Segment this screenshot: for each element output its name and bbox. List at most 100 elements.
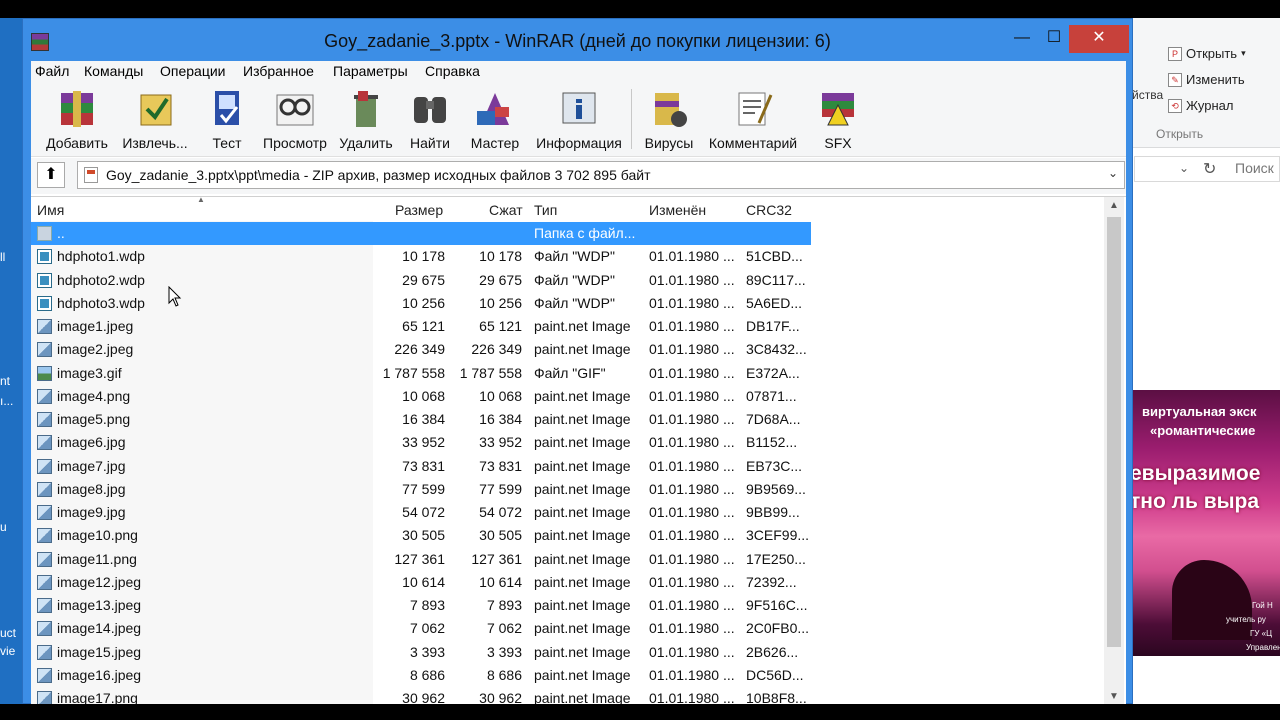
path-text: Goy_zadanie_3.pptx\ppt\media - ZIP архив… bbox=[106, 167, 651, 183]
file-packed-cell: 16 384 bbox=[479, 411, 522, 427]
file-size-cell: 54 072 bbox=[402, 504, 445, 520]
table-row[interactable]: image9.jpg 54 072 54 072 paint.net Image 01.… bbox=[31, 501, 811, 524]
wizard-label: Мастер bbox=[470, 135, 520, 151]
file-size-cell: 73 831 bbox=[402, 458, 445, 474]
find-button[interactable]: Найти bbox=[403, 87, 457, 155]
table-row[interactable]: image15.jpeg 3 393 3 393 paint.net Image 01.… bbox=[31, 641, 811, 664]
file-crc-cell: 2C0FB0... bbox=[746, 620, 810, 636]
view-button[interactable]: Просмотр bbox=[259, 87, 331, 155]
table-row[interactable]: image6.jpg 33 952 33 952 paint.net Image 01.… bbox=[31, 431, 811, 454]
up-folder-button[interactable]: ⬆ bbox=[37, 162, 65, 188]
file-size-cell: 10 178 bbox=[402, 248, 445, 264]
info-button[interactable]: Информация bbox=[531, 87, 627, 155]
promo-text: «романтические bbox=[1150, 423, 1256, 438]
column-header-size[interactable]: Размер bbox=[395, 202, 443, 218]
vertical-scrollbar[interactable]: ▲ ▼ bbox=[1104, 197, 1124, 706]
close-button[interactable]: ✕ bbox=[1069, 25, 1129, 53]
extract-button[interactable]: Извлечь... bbox=[117, 87, 193, 155]
chevron-down-icon[interactable]: ⌄ bbox=[1108, 166, 1118, 180]
column-header-name[interactable]: Имя bbox=[37, 202, 64, 218]
desktop-icon-label[interactable]: nt bbox=[0, 374, 10, 388]
desktop-icon-label[interactable]: vie bbox=[0, 644, 15, 658]
desktop-icon-label[interactable]: ll bbox=[0, 250, 5, 264]
comment-button[interactable]: Комментарий bbox=[705, 87, 801, 155]
file-type-cell: paint.net Image bbox=[534, 504, 631, 520]
table-row[interactable]: image5.png 16 384 16 384 paint.net Image 01.… bbox=[31, 408, 811, 431]
extract-label: Извлечь... bbox=[122, 135, 188, 151]
menu-file[interactable]: Файл bbox=[35, 63, 69, 79]
scrollbar-thumb[interactable] bbox=[1107, 217, 1121, 647]
maximize-button[interactable]: ☐ bbox=[1037, 25, 1071, 53]
table-row[interactable]: .. Папка с файл... bbox=[31, 222, 811, 245]
file-crc-cell: 72392... bbox=[746, 574, 797, 590]
refresh-icon[interactable]: ↻ bbox=[1203, 159, 1216, 179]
table-row[interactable]: image7.jpg 73 831 73 831 paint.net Image 01.… bbox=[31, 455, 811, 478]
explorer-edit-button[interactable]: ✎ Изменить bbox=[1168, 72, 1245, 87]
find-label: Найти bbox=[410, 135, 450, 151]
file-name-cell: image11.png bbox=[57, 551, 137, 567]
file-name-cell: image5.png bbox=[57, 411, 131, 427]
menu-operations[interactable]: Операции bbox=[160, 63, 226, 79]
test-button[interactable]: Тест bbox=[199, 87, 255, 155]
wizard-button[interactable]: Мастер bbox=[465, 87, 525, 155]
file-modified-cell: 01.01.1980 ... bbox=[649, 551, 735, 567]
menu-help[interactable]: Справка bbox=[425, 63, 480, 79]
table-row[interactable]: image8.jpg 77 599 77 599 paint.net Image 01.… bbox=[31, 478, 811, 501]
file-modified-cell: 01.01.1980 ... bbox=[649, 318, 735, 334]
desktop-icon-label[interactable]: u bbox=[0, 520, 7, 534]
menu-favorites[interactable]: Избранное bbox=[243, 63, 314, 79]
desktop-icon-label[interactable]: ı... bbox=[0, 394, 13, 408]
file-type-cell: paint.net Image bbox=[534, 341, 631, 357]
table-row[interactable]: image11.png 127 361 127 361 paint.net Image… bbox=[31, 548, 811, 571]
column-header-packed[interactable]: Сжат bbox=[489, 202, 523, 218]
file-type-cell: paint.net Image bbox=[534, 551, 631, 567]
explorer-ribbon-properties-label[interactable]: йства bbox=[1132, 88, 1163, 102]
explorer-search-input[interactable]: Поиск bbox=[1235, 160, 1274, 176]
file-modified-cell: 01.01.1980 ... bbox=[649, 365, 735, 381]
table-row[interactable]: image10.png 30 505 30 505 paint.net Image 01… bbox=[31, 524, 811, 547]
file-name-cell: image8.jpg bbox=[57, 481, 126, 497]
table-row[interactable]: image16.jpeg 8 686 8 686 paint.net Image 01.… bbox=[31, 664, 811, 687]
explorer-journal-button[interactable]: ⟲ Журнал bbox=[1168, 98, 1233, 113]
column-header-type[interactable]: Тип bbox=[534, 202, 557, 218]
image-file-icon bbox=[37, 482, 52, 497]
table-row[interactable]: image13.jpeg 7 893 7 893 paint.net Image 01.… bbox=[31, 594, 811, 617]
table-row[interactable]: image4.png 10 068 10 068 paint.net Image 01.… bbox=[31, 385, 811, 408]
file-crc-cell: 2B626... bbox=[746, 644, 799, 660]
file-packed-cell: 127 361 bbox=[471, 551, 522, 567]
path-field[interactable]: Goy_zadanie_3.pptx\ppt\media - ZIP архив… bbox=[77, 161, 1125, 189]
table-row[interactable]: hdphoto1.wdp 10 178 10 178 Файл "WDP" 01.01.… bbox=[31, 245, 811, 268]
add-button[interactable]: Добавить bbox=[39, 87, 115, 155]
chevron-down-icon[interactable]: ⌄ bbox=[1179, 161, 1189, 175]
explorer-address-bar[interactable]: ⌄ ↻ Поиск bbox=[1134, 156, 1280, 182]
explorer-open-button[interactable]: P Открыть ▾ bbox=[1168, 46, 1246, 61]
file-packed-cell: 226 349 bbox=[471, 341, 522, 357]
menu-options[interactable]: Параметры bbox=[333, 63, 408, 79]
file-type-cell: paint.net Image bbox=[534, 667, 631, 683]
desktop-icon-label[interactable]: uct bbox=[0, 626, 16, 640]
sfx-button[interactable]: SFX bbox=[813, 87, 863, 155]
minimize-button[interactable]: — bbox=[1005, 25, 1039, 53]
extract-icon bbox=[133, 87, 177, 131]
table-row[interactable]: hdphoto2.wdp 29 675 29 675 Файл "WDP" 01.01.… bbox=[31, 269, 811, 292]
file-packed-cell: 73 831 bbox=[479, 458, 522, 474]
scroll-up-icon[interactable]: ▲ bbox=[1104, 197, 1124, 215]
menu-commands[interactable]: Команды bbox=[84, 63, 143, 79]
table-row[interactable]: image14.jpeg 7 062 7 062 paint.net Image 01.… bbox=[31, 617, 811, 640]
promo-caption: ГУ «Ц bbox=[1250, 629, 1273, 638]
title-bar[interactable]: Goy_zadanie_3.pptx - WinRAR (дней до пок… bbox=[23, 19, 1132, 61]
file-size-cell: 30 505 bbox=[402, 527, 445, 543]
table-row[interactable]: image1.jpeg 65 121 65 121 paint.net Image 01… bbox=[31, 315, 811, 338]
file-name-cell: image13.jpeg bbox=[57, 597, 142, 613]
delete-button[interactable]: Удалить bbox=[335, 87, 397, 155]
table-row[interactable]: image3.gif 1 787 558 1 787 558 Файл "GIF" 01… bbox=[31, 362, 811, 385]
virus-scan-button[interactable]: Вирусы bbox=[639, 87, 699, 155]
column-header-modified[interactable]: Изменён bbox=[649, 202, 706, 218]
table-row[interactable]: image12.jpeg 10 614 10 614 paint.net Image 0… bbox=[31, 571, 811, 594]
table-row[interactable]: hdphoto3.wdp 10 256 10 256 Файл "WDP" 01.01.… bbox=[31, 292, 811, 315]
image-file-icon bbox=[37, 621, 52, 636]
file-size-cell: 33 952 bbox=[402, 434, 445, 450]
table-row[interactable]: image2.jpeg 226 349 226 349 paint.net Image… bbox=[31, 338, 811, 361]
column-header-crc[interactable]: CRC32 bbox=[746, 202, 792, 218]
file-crc-cell: B1152... bbox=[746, 434, 798, 450]
